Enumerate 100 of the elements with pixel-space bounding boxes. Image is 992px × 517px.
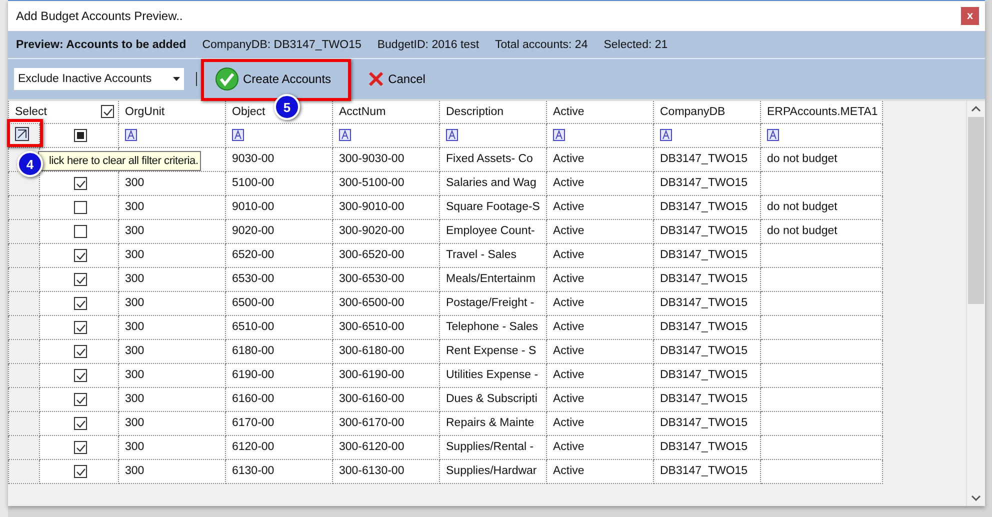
- checkbox[interactable]: [101, 105, 114, 118]
- checkbox[interactable]: [74, 248, 86, 262]
- table-cell: Rent Expense - S: [446, 345, 536, 357]
- table-cell: Active: [553, 153, 584, 165]
- table-cell: 300-9010-00: [339, 201, 404, 213]
- checkbox[interactable]: [74, 320, 86, 334]
- filter-dropdown[interactable]: Exclude Inactive Accounts: [14, 68, 184, 90]
- table-cell: 300: [125, 369, 144, 381]
- table-cell: Active: [553, 369, 584, 381]
- window-title: Add Budget Accounts Preview..: [16, 9, 183, 23]
- checkbox[interactable]: [74, 368, 86, 382]
- scrollbar[interactable]: [966, 101, 985, 506]
- checkbox[interactable]: [74, 176, 86, 190]
- checkbox[interactable]: [74, 200, 86, 214]
- table-cell: Meals/Entertainm: [446, 273, 536, 285]
- table-cell: 9020-00: [232, 225, 274, 237]
- table-cell: Salaries and Wag: [446, 177, 536, 189]
- filter-icon[interactable]: [553, 128, 565, 141]
- checkbox[interactable]: [74, 416, 86, 430]
- checkbox[interactable]: [74, 296, 86, 310]
- table-cell: Active: [553, 177, 584, 189]
- filter-icon[interactable]: [446, 128, 458, 141]
- table-cell: 6190-00: [232, 369, 274, 381]
- table-cell: Active: [553, 393, 584, 405]
- cross-icon: [368, 71, 384, 87]
- preview-heading: Preview: Accounts to be added: [16, 38, 186, 50]
- table-cell: 300: [125, 201, 144, 213]
- table-cell: Travel - Sales: [446, 249, 517, 261]
- table-cell: 300: [125, 321, 144, 333]
- table-cell: Employee Count-: [446, 225, 535, 237]
- clear-filter-icon[interactable]: [15, 126, 29, 140]
- filter-icon[interactable]: [339, 128, 351, 141]
- table-cell: DB3147_TWO15: [660, 273, 748, 285]
- table-cell: 300-9030-00: [339, 153, 404, 165]
- table-cell: 300-6500-00: [339, 297, 404, 309]
- checkbox[interactable]: [74, 224, 86, 238]
- table-cell: DB3147_TWO15: [660, 201, 748, 213]
- cancel-button[interactable]: Cancel: [362, 69, 432, 89]
- table-cell: 300-6120-00: [339, 441, 404, 453]
- table-cell: 300-6530-00: [339, 273, 404, 285]
- table-cell: 300: [125, 297, 144, 309]
- create-accounts-button[interactable]: Create Accounts: [209, 65, 338, 93]
- filter-icon[interactable]: [660, 128, 672, 141]
- table-cell: Repairs & Mainte: [446, 417, 534, 429]
- column-header[interactable]: Active: [553, 106, 584, 118]
- checkbox[interactable]: [74, 128, 86, 142]
- table-cell: DB3147_TWO15: [660, 441, 748, 453]
- table-cell: 300-6180-00: [339, 345, 404, 357]
- table-cell: 300: [125, 177, 144, 189]
- company-db-label: CompanyDB: DB3147_TWO15: [202, 38, 362, 50]
- budget-id-label: BudgetID: 2016 test: [377, 38, 480, 50]
- table-cell: Active: [553, 321, 584, 333]
- close-button[interactable]: x: [961, 7, 979, 25]
- table-cell: DB3147_TWO15: [660, 345, 748, 357]
- tooltip: lick here to clear all filter criteria.: [38, 151, 202, 171]
- table-cell: DB3147_TWO15: [660, 369, 748, 381]
- table-cell: 6510-00: [232, 321, 274, 333]
- table-cell: 300-5100-00: [339, 177, 404, 189]
- table-cell: Active: [553, 345, 584, 357]
- table-cell: Dues & Subscripti: [446, 393, 538, 405]
- table-cell: do not budget: [767, 201, 838, 213]
- table-cell: 300: [125, 393, 144, 405]
- table-cell: do not budget: [767, 225, 838, 237]
- table-cell: Active: [553, 249, 584, 261]
- checkbox[interactable]: [74, 392, 86, 406]
- table-cell: DB3147_TWO15: [660, 225, 748, 237]
- table-cell: 300: [125, 345, 144, 357]
- table-cell: 5100-00: [232, 177, 274, 189]
- table-cell: 300: [125, 225, 144, 237]
- table-cell: 6170-00: [232, 417, 274, 429]
- table-cell: 300-6170-00: [339, 417, 404, 429]
- column-header[interactable]: Select: [8, 101, 118, 123]
- table-cell: 300: [125, 465, 144, 477]
- checkbox[interactable]: [74, 272, 86, 286]
- table-cell: 6120-00: [232, 441, 274, 453]
- checkbox[interactable]: [74, 464, 86, 478]
- table-cell: Fixed Assets- Co: [446, 153, 533, 165]
- selected-count-label: Selected: 21: [604, 38, 668, 50]
- table-cell: 300-6520-00: [339, 249, 404, 261]
- checkbox[interactable]: [74, 344, 86, 358]
- filter-icon[interactable]: [125, 128, 137, 141]
- checkbox[interactable]: [74, 440, 86, 454]
- table-cell: DB3147_TWO15: [660, 297, 748, 309]
- table-cell: 300-6160-00: [339, 393, 404, 405]
- column-header[interactable]: Object: [232, 106, 266, 118]
- table-cell: DB3147_TWO15: [660, 417, 748, 429]
- table-cell: Active: [553, 465, 584, 477]
- table-cell: Telephone - Sales: [446, 321, 538, 333]
- table-cell: Active: [553, 201, 584, 213]
- table-cell: 300: [125, 273, 144, 285]
- highlight-frame: [7, 119, 43, 147]
- table-cell: 300-6190-00: [339, 369, 404, 381]
- table-cell: 300: [125, 441, 144, 453]
- table-cell: DB3147_TWO15: [660, 393, 748, 405]
- filter-icon[interactable]: [232, 128, 244, 141]
- table-cell: Postage/Freight -: [446, 297, 534, 309]
- table-cell: Active: [553, 441, 584, 453]
- total-accounts-label: Total accounts: 24: [495, 38, 588, 50]
- table-cell: DB3147_TWO15: [660, 177, 748, 189]
- filter-icon[interactable]: [767, 128, 779, 141]
